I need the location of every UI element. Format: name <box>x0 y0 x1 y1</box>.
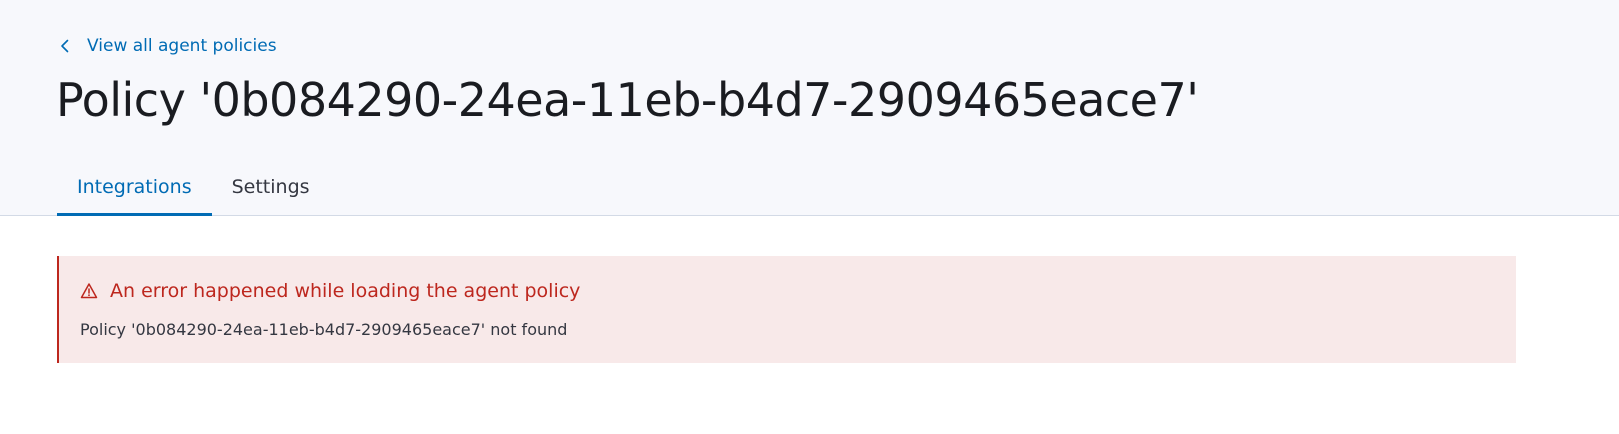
error-callout: An error happened while loading the agen… <box>57 256 1516 363</box>
page-title: Policy '0b084290-24ea-11eb-b4d7-2909465e… <box>56 73 1199 127</box>
error-callout-message: Policy '0b084290-24ea-11eb-b4d7-2909465e… <box>80 320 568 339</box>
tab-integrations[interactable]: Integrations <box>57 170 212 216</box>
chevron-left-icon <box>61 39 69 53</box>
tab-settings[interactable]: Settings <box>212 170 330 216</box>
policy-tabs: Integrations Settings <box>57 170 330 216</box>
error-callout-title: An error happened while loading the agen… <box>80 280 580 302</box>
error-callout-title-text: An error happened while loading the agen… <box>110 280 581 302</box>
back-link-label[interactable]: View all agent policies <box>87 36 277 56</box>
page-header: View all agent policies Policy '0b084290… <box>0 0 1619 216</box>
back-to-agent-policies-link[interactable]: View all agent policies <box>57 34 277 58</box>
alert-icon <box>80 283 98 299</box>
